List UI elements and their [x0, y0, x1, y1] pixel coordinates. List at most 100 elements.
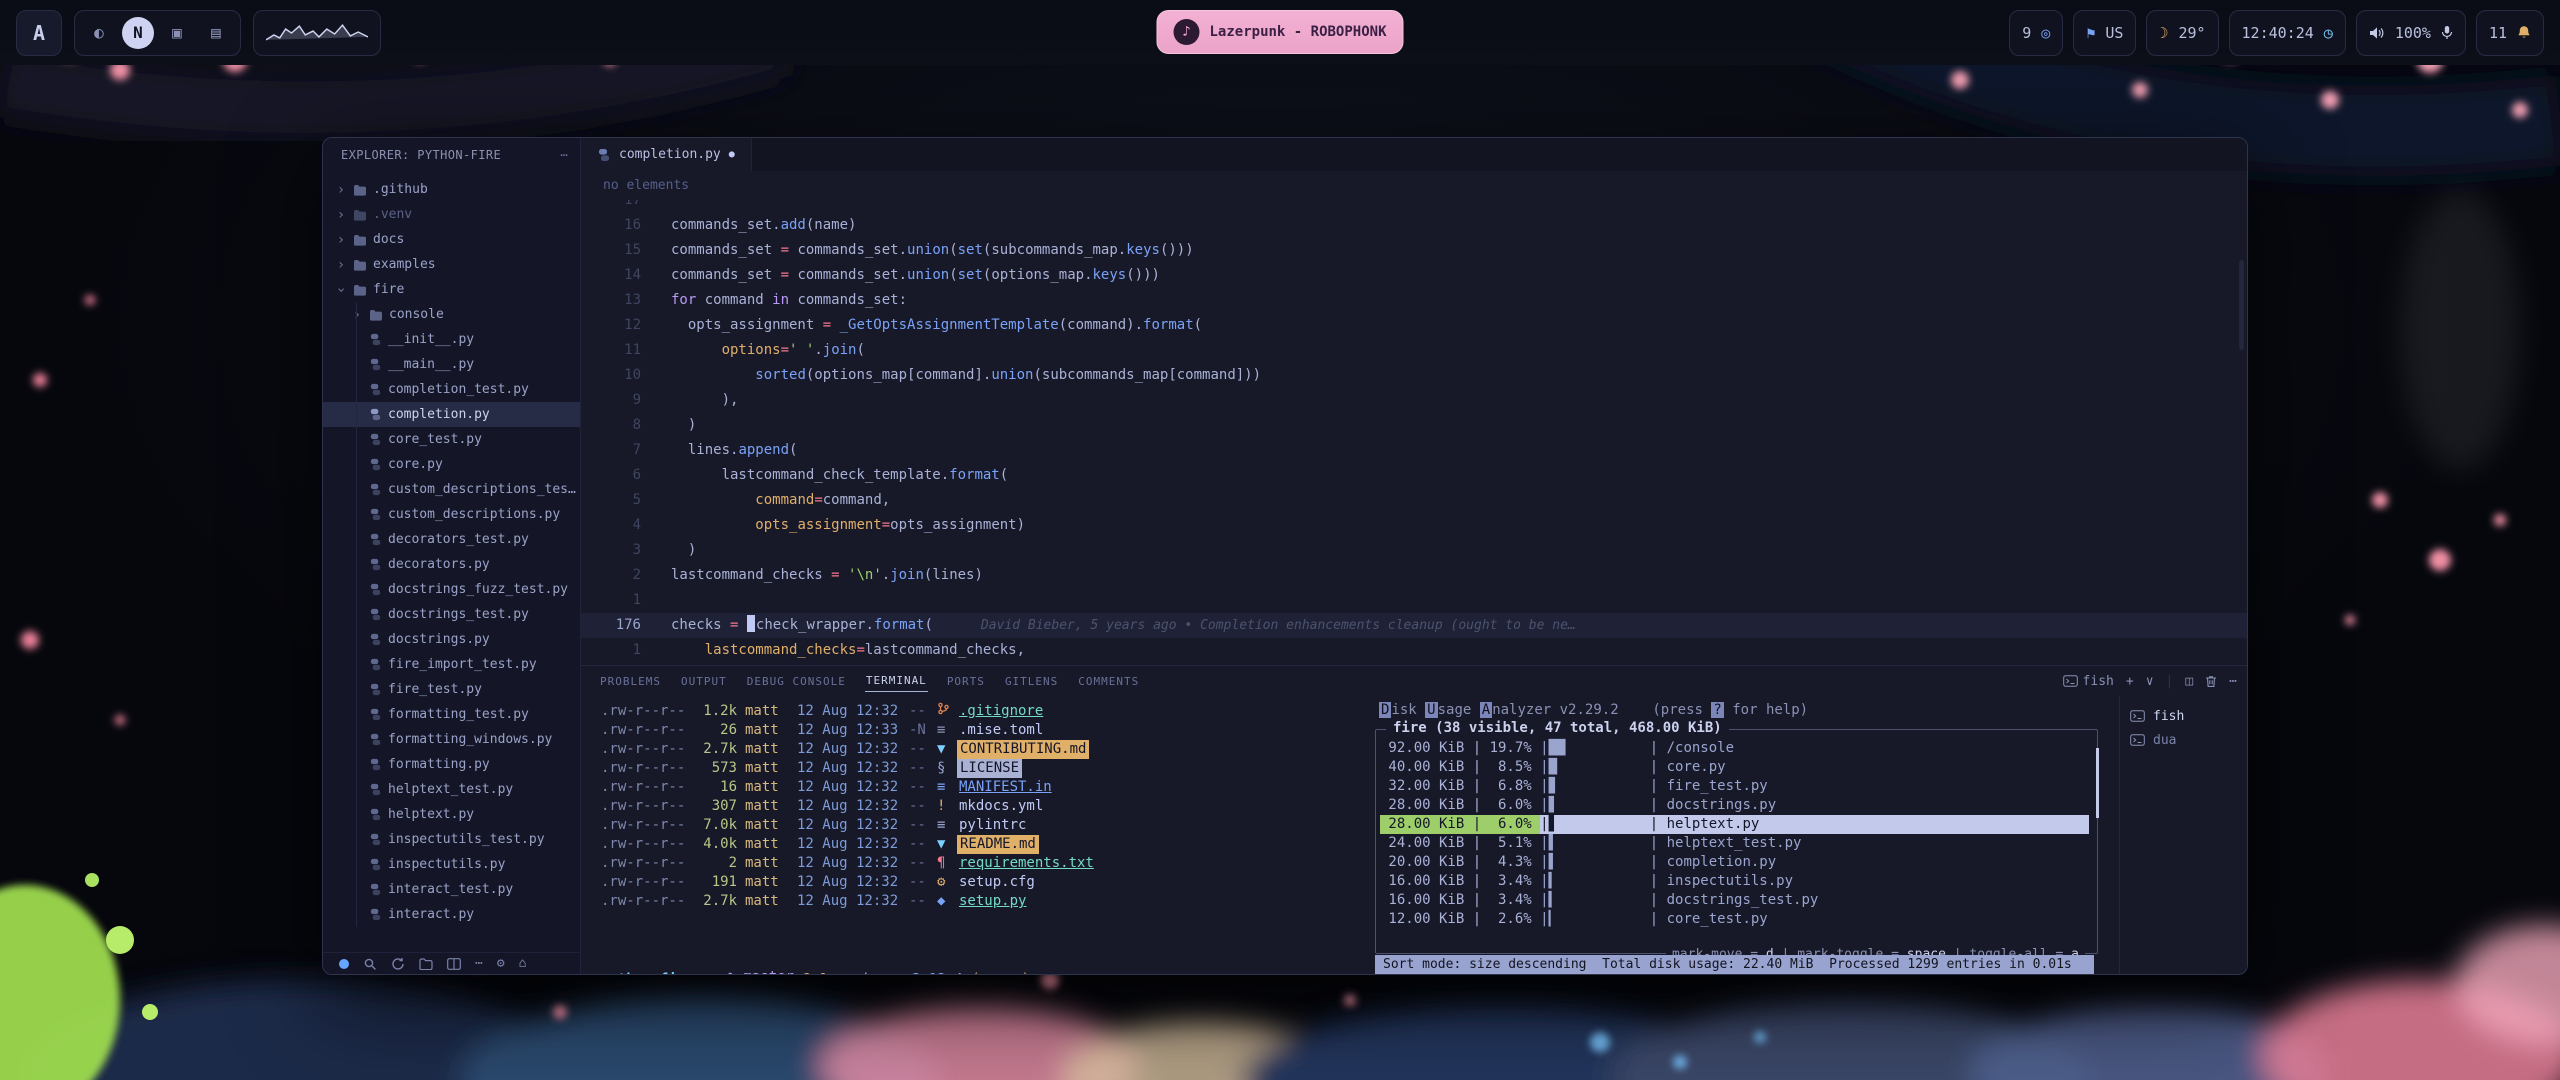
editor-scrollbar[interactable]: [2239, 260, 2244, 350]
notifications-widget[interactable]: 11: [2476, 10, 2544, 56]
explorer-item-decorators.py[interactable]: decorators.py: [323, 552, 580, 577]
panel-tab-ports[interactable]: PORTS: [946, 671, 986, 692]
explorer-item-fire_import_test.py[interactable]: fire_import_test.py: [323, 652, 580, 677]
terminal-tab-fish[interactable]: fish: [2120, 704, 2247, 728]
tab-completion-py[interactable]: completion.py ●: [581, 138, 752, 171]
folder-icon[interactable]: [419, 958, 433, 970]
dua-pane[interactable]: Disk Usage Analyzer v2.29.2 (press ? for…: [1369, 696, 2104, 975]
modified-dot-icon[interactable]: ●: [729, 149, 735, 160]
explorer-item-interact_test.py[interactable]: interact_test.py: [323, 877, 580, 902]
volume-widget[interactable]: 100%: [2356, 10, 2466, 56]
explorer-item-fire[interactable]: ›fire: [323, 277, 580, 302]
file-link[interactable]: pylintrc: [957, 816, 1026, 835]
explorer-item-core.py[interactable]: core.py: [323, 452, 580, 477]
search-icon[interactable]: [363, 957, 377, 971]
file-link[interactable]: setup.py: [957, 892, 1026, 911]
explorer-more-icon[interactable]: ⋯: [560, 148, 568, 162]
dua-row-docstrings.py[interactable]: 28.00 KiB | 6.0% |▋ | docstrings.py: [1380, 796, 2089, 815]
explorer-item-helptext.py[interactable]: helptext.py: [323, 802, 580, 827]
split-terminal-icon[interactable]: ◫: [2185, 674, 2193, 689]
launcher-button[interactable]: A: [16, 10, 62, 56]
dua-row-helptext.py[interactable]: 28.00 KiB | 6.0% |▋ | helptext.py: [1380, 815, 2089, 834]
chevron-down-icon[interactable]: ∨: [2146, 674, 2154, 689]
explorer-item-examples[interactable]: ›examples: [323, 252, 580, 277]
clock-widget[interactable]: 12:40:24 ◷: [2229, 10, 2346, 56]
explorer-item-formatting_windows.py[interactable]: formatting_windows.py: [323, 727, 580, 752]
file-link[interactable]: MANIFEST.in: [957, 778, 1052, 797]
account-badge-icon[interactable]: [339, 959, 349, 969]
explorer-item-docstrings_test.py[interactable]: docstrings_test.py: [323, 602, 580, 627]
dua-row-core.py[interactable]: 40.00 KiB | 8.5% |█ | core.py: [1380, 758, 2089, 777]
more-icon[interactable]: ⋯: [475, 956, 483, 971]
explorer-item-inspectutils.py[interactable]: inspectutils.py: [323, 852, 580, 877]
explorer-item-helptext_test.py[interactable]: helptext_test.py: [323, 777, 580, 802]
workspace-item-4[interactable]: ▤: [200, 17, 232, 49]
new-terminal-icon[interactable]: +: [2126, 674, 2134, 689]
explorer-item-label: interact_test.py: [388, 882, 513, 897]
explorer-item-decorators_test.py[interactable]: decorators_test.py: [323, 527, 580, 552]
weather-widget[interactable]: ☽ 29°: [2146, 10, 2218, 56]
python-file-icon: [369, 358, 382, 371]
explorer-item-completion.py[interactable]: completion.py: [323, 402, 580, 427]
terminal-fish[interactable]: .rw-r--r--1.2kmatt12 Aug 12:32--.gitigno…: [581, 696, 1369, 975]
layout-columns-icon[interactable]: [447, 958, 461, 970]
file-link[interactable]: LICENSE: [957, 759, 1022, 778]
panel-tab-comments[interactable]: COMMENTS: [1077, 671, 1140, 692]
dua-row-helptext_test.py[interactable]: 24.00 KiB | 5.1% |▌ | helptext_test.py: [1380, 834, 2089, 853]
file-link[interactable]: setup.cfg: [957, 873, 1035, 892]
explorer-item-formatting.py[interactable]: formatting.py: [323, 752, 580, 777]
breadcrumb[interactable]: no elements: [581, 171, 2247, 200]
home-icon[interactable]: ⌂: [519, 956, 527, 971]
explorer-item-inspectutils_test.py[interactable]: inspectutils_test.py: [323, 827, 580, 852]
file-link[interactable]: README.md: [957, 835, 1039, 854]
media-player-widget[interactable]: ♪ Lazerpunk - ROBOPHONK: [1156, 10, 1403, 54]
explorer-item-formatting_test.py[interactable]: formatting_test.py: [323, 702, 580, 727]
panel-tab-output[interactable]: OUTPUT: [680, 671, 728, 692]
workspace-item-2[interactable]: N: [122, 17, 154, 49]
explorer-item-__init__.py[interactable]: __init__.py: [323, 327, 580, 352]
explorer-item-.github[interactable]: ›.github: [323, 177, 580, 202]
explorer-item-docstrings_fuzz_test.py[interactable]: docstrings_fuzz_test.py: [323, 577, 580, 602]
dua-row-core_test.py[interactable]: 12.00 KiB | 2.6% |▎ | core_test.py: [1380, 910, 2089, 929]
code-editor[interactable]: 17"""16commands_set.add(name)15commands_…: [581, 200, 2247, 665]
panel-tab-problems[interactable]: PROBLEMS: [599, 671, 662, 692]
sync-icon[interactable]: [391, 957, 405, 971]
terminal-profile-button[interactable]: fish: [2063, 674, 2114, 689]
explorer-item-completion_test.py[interactable]: completion_test.py: [323, 377, 580, 402]
workspace-item-1[interactable]: ◐: [83, 17, 115, 49]
python-file-icon: [369, 508, 382, 521]
file-link[interactable]: .mise.toml: [957, 721, 1043, 740]
file-link[interactable]: requirements.txt: [957, 854, 1094, 873]
dua-row-console[interactable]: 92.00 KiB | 19.7% |██ | /console: [1380, 739, 2089, 758]
python-file-icon: [369, 808, 382, 821]
kill-terminal-icon[interactable]: [2205, 675, 2217, 688]
explorer-item-interact.py[interactable]: interact.py: [323, 902, 580, 927]
panel-tab-debug-console[interactable]: DEBUG CONSOLE: [746, 671, 847, 692]
updates-widget[interactable]: 9 ◎: [2009, 10, 2063, 56]
dua-row-docstrings_test.py[interactable]: 16.00 KiB | 3.4% |▍ | docstrings_test.py: [1380, 891, 2089, 910]
explorer-item-docs[interactable]: ›docs: [323, 227, 580, 252]
panel-tab-gitlens[interactable]: GITLENS: [1004, 671, 1059, 692]
explorer-item-core_test.py[interactable]: core_test.py: [323, 427, 580, 452]
explorer-item-custom_descriptions_test.py[interactable]: custom_descriptions_test.py: [323, 477, 580, 502]
explorer-item-docstrings.py[interactable]: docstrings.py: [323, 627, 580, 652]
panel-tab-terminal[interactable]: TERMINAL: [865, 670, 928, 692]
file-link[interactable]: .gitignore: [957, 702, 1043, 721]
explorer-item-console[interactable]: ›console: [323, 302, 580, 327]
dua-scrollbar[interactable]: [2096, 748, 2099, 818]
gear-icon[interactable]: ⚙: [497, 956, 505, 971]
file-link[interactable]: CONTRIBUTING.md: [957, 740, 1089, 759]
workspace-item-3[interactable]: ▣: [161, 17, 193, 49]
explorer-item-fire_test.py[interactable]: fire_test.py: [323, 677, 580, 702]
explorer-item-.venv[interactable]: ›.venv: [323, 202, 580, 227]
keyboard-layout-widget[interactable]: ⚑ US: [2073, 10, 2136, 56]
terminal-tab-dua[interactable]: dua: [2120, 728, 2247, 752]
explorer-item-custom_descriptions.py[interactable]: custom_descriptions.py: [323, 502, 580, 527]
system-graph-widget[interactable]: [253, 10, 381, 56]
dua-row-completion.py[interactable]: 20.00 KiB | 4.3% |▌ | completion.py: [1380, 853, 2089, 872]
ellipsis-icon[interactable]: ⋯: [2229, 674, 2237, 689]
file-link[interactable]: mkdocs.yml: [957, 797, 1043, 816]
dua-row-fire_test.py[interactable]: 32.00 KiB | 6.8% |▊ | fire_test.py: [1380, 777, 2089, 796]
dua-row-inspectutils.py[interactable]: 16.00 KiB | 3.4% |▍ | inspectutils.py: [1380, 872, 2089, 891]
explorer-item-__main__.py[interactable]: __main__.py: [323, 352, 580, 377]
